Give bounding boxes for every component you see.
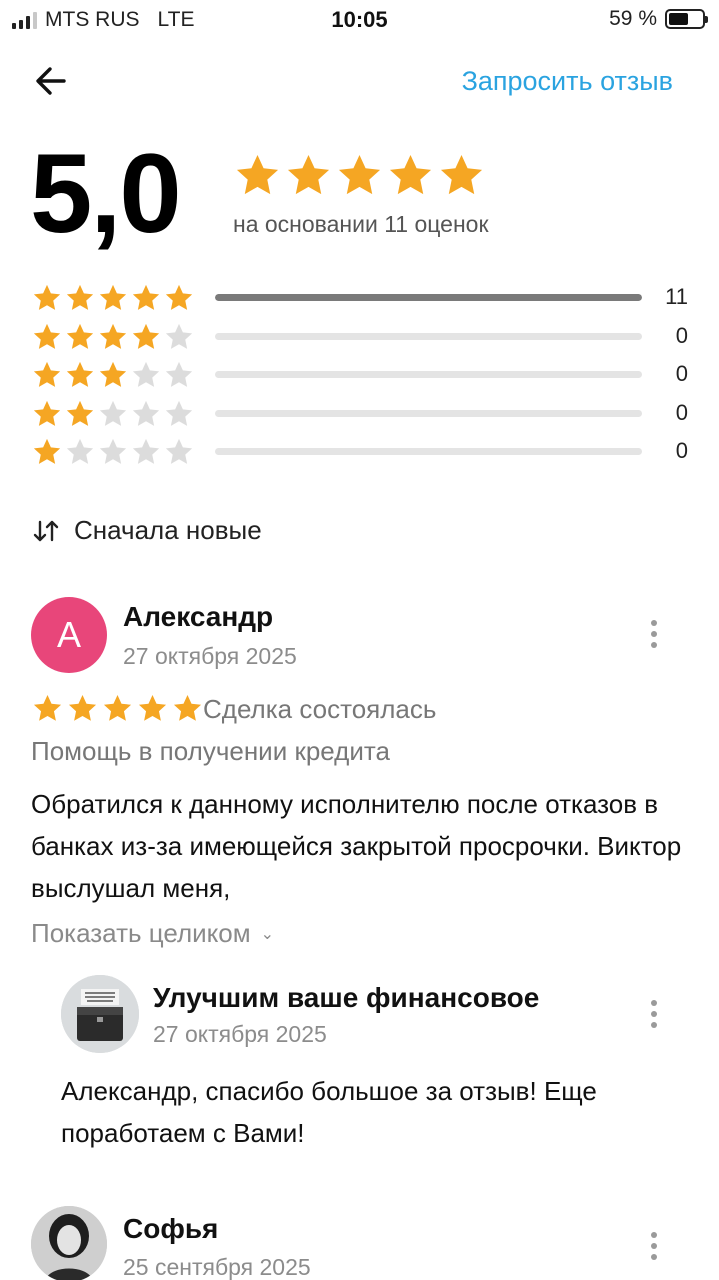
star-filled-icon xyxy=(99,361,127,387)
star-filled-icon xyxy=(236,154,279,195)
star-filled-icon xyxy=(66,323,94,349)
more-icon xyxy=(651,1000,657,1006)
star-empty-icon xyxy=(132,400,160,426)
review-stars xyxy=(32,693,203,724)
distribution-stars xyxy=(32,399,194,429)
star-filled-icon xyxy=(132,284,160,310)
distribution-stars xyxy=(32,360,194,390)
star-filled-icon xyxy=(173,694,202,721)
chevron-down-icon: ⌄ xyxy=(260,925,275,943)
distribution-stars xyxy=(32,322,194,352)
star-filled-icon xyxy=(33,400,61,426)
summary-stars xyxy=(234,152,485,199)
distribution-count: 0 xyxy=(675,361,688,386)
star-empty-icon xyxy=(165,400,193,426)
distribution-row-2: 0 xyxy=(32,396,692,435)
star-filled-icon xyxy=(440,154,483,195)
star-filled-icon xyxy=(287,154,330,195)
avatar[interactable]: А xyxy=(31,597,107,673)
average-score: 5,0 xyxy=(30,131,182,256)
person-photo-icon xyxy=(31,1206,107,1280)
star-filled-icon xyxy=(66,361,94,387)
star-filled-icon xyxy=(33,284,61,310)
distribution-bar xyxy=(215,448,642,455)
briefcase-photo-icon xyxy=(61,975,139,1053)
distribution-bar-fill xyxy=(215,294,642,301)
star-empty-icon xyxy=(165,323,193,349)
deal-status: Сделка состоялась xyxy=(203,694,437,724)
show-more-button[interactable]: Показать целиком ⌄ xyxy=(31,918,274,949)
star-empty-icon xyxy=(99,438,127,464)
distribution-bar xyxy=(215,332,642,340)
star-empty-icon xyxy=(66,438,94,464)
reply-more-button[interactable] xyxy=(639,994,669,1034)
review-date: 25 сентября 2025 xyxy=(123,1254,311,1280)
star-filled-icon xyxy=(165,284,193,310)
star-empty-icon xyxy=(132,438,160,464)
distribution-row-4: 0 xyxy=(32,319,692,358)
ratings-count: на основании 11 оценок xyxy=(233,211,489,237)
back-button[interactable] xyxy=(28,58,78,104)
distribution-bar xyxy=(215,371,642,378)
review-more-button[interactable] xyxy=(639,614,669,654)
star-filled-icon xyxy=(66,400,94,426)
review-more-button[interactable] xyxy=(639,1226,669,1266)
star-filled-icon xyxy=(103,694,132,721)
distribution-bar xyxy=(215,294,642,301)
star-filled-icon xyxy=(33,323,61,349)
reply-author[interactable]: Улучшим ваше финансовое xyxy=(153,982,539,1014)
show-more-label: Показать целиком xyxy=(31,918,251,948)
battery-level xyxy=(669,13,688,25)
star-empty-icon xyxy=(132,361,160,387)
star-filled-icon xyxy=(33,438,61,464)
star-filled-icon xyxy=(68,694,97,721)
star-filled-icon xyxy=(99,323,127,349)
battery-icon xyxy=(665,9,708,29)
distribution-count: 0 xyxy=(675,322,688,348)
reply-avatar[interactable] xyxy=(61,975,139,1053)
arrow-left-icon xyxy=(36,67,66,95)
status-bar: MTS RUS LTE 10:05 59 % xyxy=(0,0,719,40)
star-filled-icon xyxy=(138,694,167,721)
distribution-row-3: 0 xyxy=(32,357,692,396)
avatar[interactable] xyxy=(31,1206,107,1280)
review-author[interactable]: Софья xyxy=(123,1213,218,1245)
sort-icon xyxy=(33,520,59,541)
distribution-count: 11 xyxy=(665,284,688,309)
distribution-count: 0 xyxy=(675,438,688,463)
star-empty-icon xyxy=(165,438,193,464)
sort-button[interactable]: Сначала новые xyxy=(32,515,262,546)
star-filled-icon xyxy=(66,284,94,310)
more-icon xyxy=(651,620,657,626)
review-service: Помощь в получении кредита xyxy=(31,736,390,766)
battery-percent: 59 % xyxy=(609,7,657,30)
star-empty-icon xyxy=(99,400,127,426)
star-filled-icon xyxy=(338,154,381,195)
distribution-stars xyxy=(32,283,194,313)
avatar-letter: А xyxy=(56,614,81,655)
request-review-link[interactable]: Запросить отзыв xyxy=(462,66,673,97)
distribution-row-1: 0 xyxy=(32,434,692,473)
review-date: 27 октября 2025 xyxy=(123,643,297,669)
distribution-row-5: 11 xyxy=(32,280,692,319)
distribution-bar xyxy=(215,409,642,417)
sort-label: Сначала новые xyxy=(74,515,262,545)
rating-distribution: 11 0 0 0 0 xyxy=(32,280,692,473)
star-filled-icon xyxy=(99,284,127,310)
distribution-stars xyxy=(32,437,194,467)
reply-text: Александр, спасибо большое за отзыв! Еще… xyxy=(61,1076,597,1148)
more-icon xyxy=(651,1232,657,1238)
reply-date: 27 октября 2025 xyxy=(153,1021,327,1047)
status-right: 59 % xyxy=(609,7,708,31)
star-filled-icon xyxy=(389,154,432,195)
star-filled-icon xyxy=(33,361,61,387)
star-filled-icon xyxy=(132,323,160,349)
distribution-count: 0 xyxy=(675,399,688,425)
star-empty-icon xyxy=(165,361,193,387)
star-filled-icon xyxy=(33,694,62,721)
review-author[interactable]: Александр xyxy=(123,601,273,633)
review-text: Обратился к данному исполнителю после от… xyxy=(31,789,682,903)
